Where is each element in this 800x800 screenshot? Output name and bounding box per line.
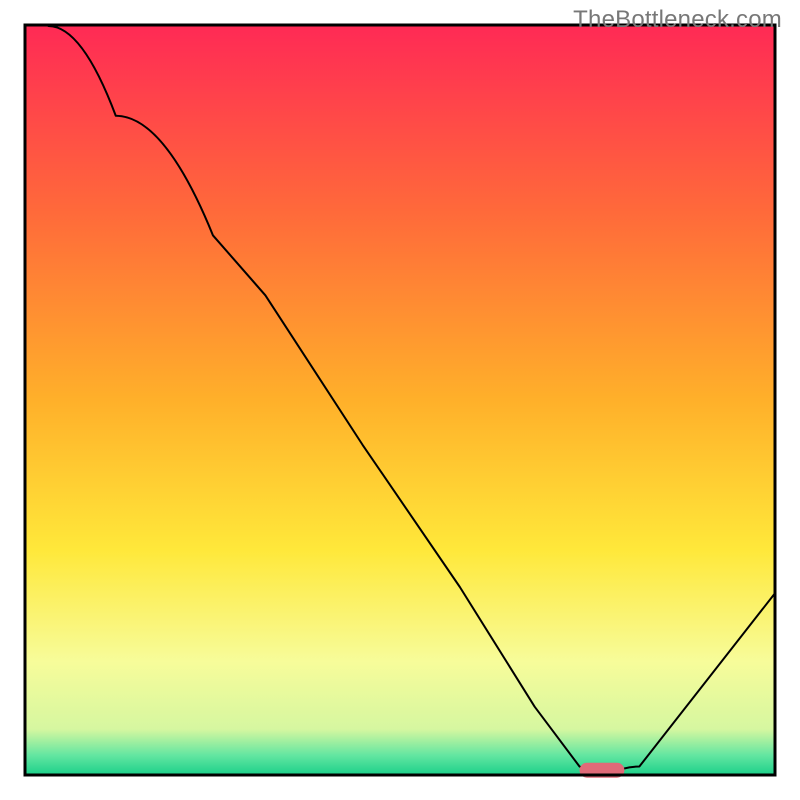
plot-gradient-bg xyxy=(26,26,774,774)
bottleneck-chart xyxy=(0,0,800,800)
chart-container: TheBottleneck.com xyxy=(0,0,800,800)
watermark-text: TheBottleneck.com xyxy=(573,6,782,34)
